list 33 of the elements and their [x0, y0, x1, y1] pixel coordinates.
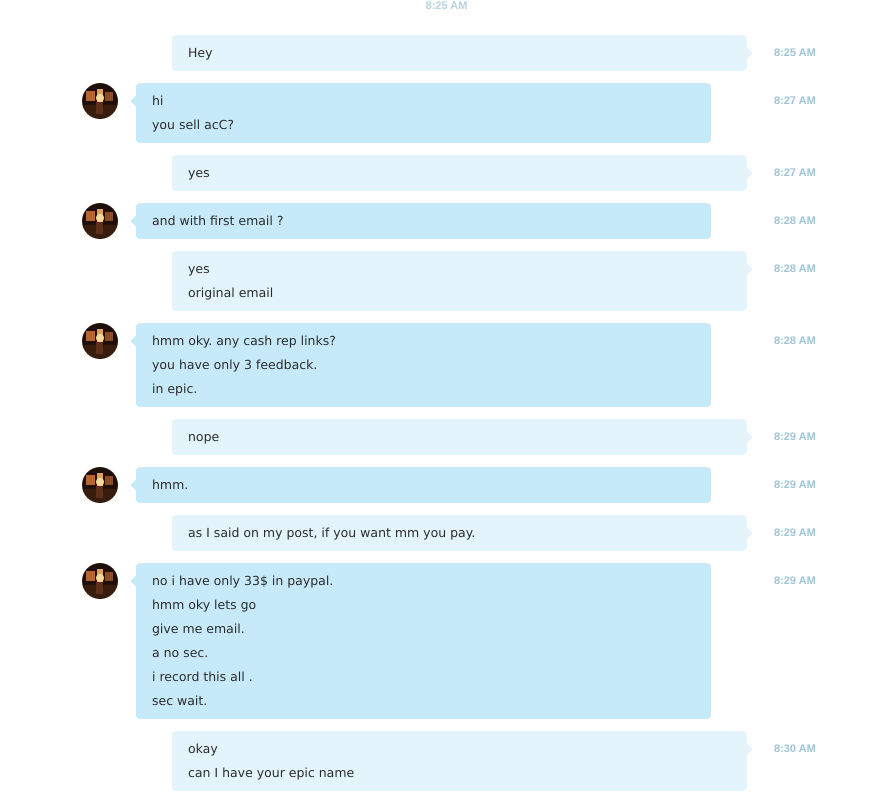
message-text: i record this all . [152, 668, 254, 686]
message-text: yes [188, 260, 211, 278]
message-text: you sell acC? [152, 116, 235, 134]
message-time: 8:28 AM [774, 334, 816, 349]
message-time: 8:29 AM [774, 478, 816, 493]
message-text: nope [188, 428, 220, 446]
message-text: original email [188, 284, 274, 302]
message-time: 8:27 AM [774, 94, 816, 109]
message-text: hmm oky lets go [152, 596, 258, 614]
message-text: okay [188, 740, 219, 758]
message-text: yes [188, 164, 211, 182]
message-text: hmm. [152, 476, 190, 494]
message-text: hi [152, 92, 164, 110]
message-time: 8:30 AM [774, 742, 816, 757]
message-text: a no sec. [152, 644, 210, 662]
message-text: Hey [188, 44, 214, 62]
message-text: give me email. [152, 620, 246, 638]
message-text: no i have only 33$ in paypal. [152, 572, 334, 590]
message-time: 8:28 AM [774, 214, 816, 229]
message-text: and with first email ? [152, 212, 284, 230]
message-text: hmm oky. any cash rep links? [152, 332, 337, 350]
message-time: 8:25 AM [774, 46, 816, 61]
message-text: can I have your epic name [188, 764, 356, 782]
message-time: 8:29 AM [774, 526, 816, 541]
message-time: 8:28 AM [774, 262, 816, 277]
message-text: sec wait. [152, 692, 208, 710]
message-text: in epic. [152, 380, 198, 398]
date-header: 8:25 AM [426, 0, 468, 14]
message-time: 8:27 AM [774, 166, 816, 181]
message-time: 8:29 AM [774, 574, 816, 589]
message-text: as I said on my post, if you want mm you pay. [188, 524, 476, 542]
message-time: 8:29 AM [774, 430, 816, 445]
message-text: you have only 3 feedback. [152, 356, 318, 374]
